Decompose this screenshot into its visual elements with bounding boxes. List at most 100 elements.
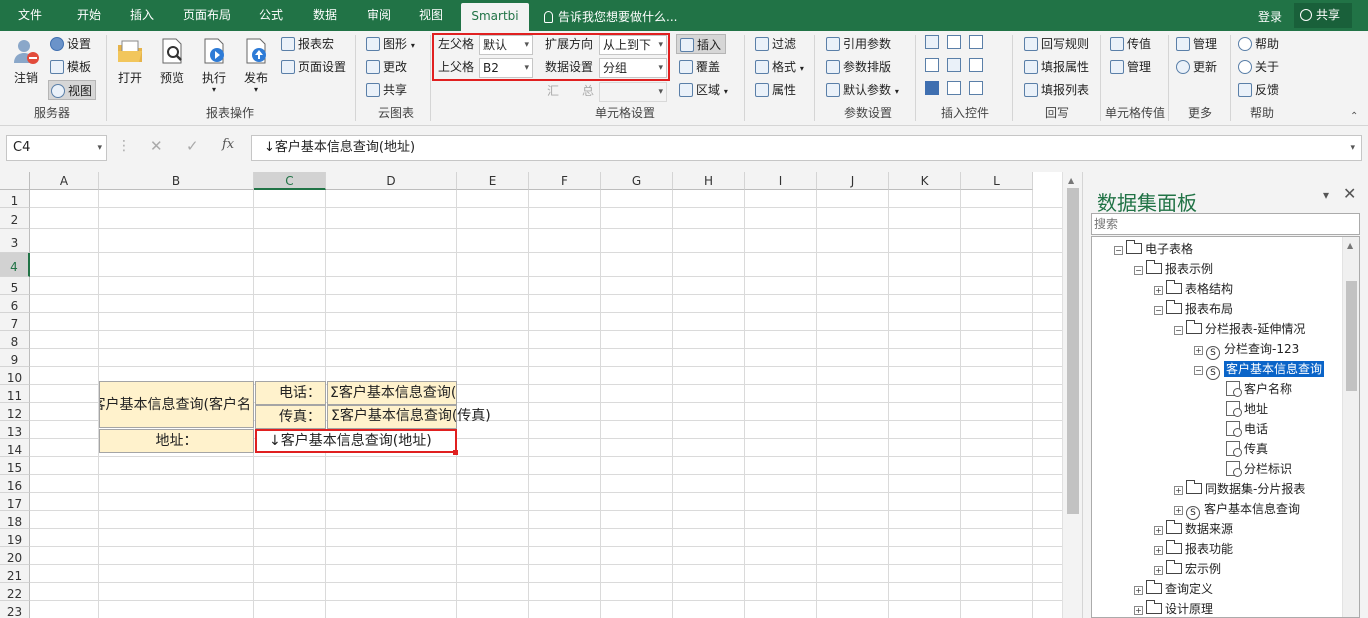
tree-node-design-principles[interactable]: + 设计原理 [1134,599,1213,617]
sheet-vertical-scrollbar[interactable]: ▲ [1062,172,1082,618]
expand-toggle-icon[interactable]: + [1154,286,1163,295]
tree-node-table-structure[interactable]: + 表格结构 [1154,279,1233,299]
tree-field-address[interactable]: 地址 [1226,399,1268,419]
help-button[interactable]: 帮助 [1238,34,1279,54]
chart-button[interactable]: 图形 ▾ [366,34,415,54]
name-box[interactable]: C4 ▾ [6,135,107,161]
collapse-toggle-icon[interactable]: − [1114,246,1123,255]
expand-toggle-icon[interactable]: + [1154,526,1163,535]
tree-node-macro-examples[interactable]: + 宏示例 [1154,559,1221,579]
combo-control-icon[interactable] [925,35,939,49]
formula-input[interactable]: ↓客户基本信息查询(地址) ▾ [251,135,1362,161]
expand-toggle-icon[interactable]: + [1154,566,1163,575]
scroll-up-icon[interactable]: ▲ [1347,241,1353,250]
tree-node-column-query[interactable]: + S 分栏查询-123 [1194,339,1299,360]
login-link[interactable]: 登录 [1258,8,1282,25]
tree-node-report-examples[interactable]: − 报表示例 [1134,259,1213,279]
fill-list-button[interactable]: 填报列表 [1024,80,1089,100]
collapse-toggle-icon[interactable]: − [1154,306,1163,315]
tree-node-spreadsheet[interactable]: − 电子表格 [1114,239,1193,259]
tab-home[interactable]: 开始 [64,0,114,31]
tree-node-same-dataset[interactable]: + 同数据集-分片报表 [1174,479,1305,499]
tab-file[interactable]: 文件 [8,0,52,31]
data-setting-select[interactable]: 分组 [599,58,667,78]
fill-handle[interactable] [453,450,458,455]
feedback-button[interactable]: 反馈 [1238,80,1279,100]
expand-toggle-icon[interactable]: + [1134,586,1143,595]
tab-review[interactable]: 审阅 [356,0,402,31]
preview-button[interactable]: 预览 [152,37,192,86]
refresh-button[interactable]: 更新 [1176,57,1217,77]
image-control-icon[interactable] [969,81,983,95]
close-panel-icon[interactable]: ✕ [1343,184,1356,203]
expand-toggle-icon[interactable]: + [1174,486,1183,495]
dataset-tree[interactable]: − 电子表格 − 报表示例 + 表格结构 − 报表布局 − 分栏报表-延伸情况 + S 分栏查… [1091,236,1360,618]
update-chart-button[interactable]: 更改 [366,57,407,77]
formula-bar-menu-icon[interactable]: ⋮ [117,138,131,154]
cell-c2[interactable]: 电话： [255,381,326,405]
logout-button[interactable]: 注销 [6,37,46,86]
writeback-rule-button[interactable]: 回写规则 [1024,34,1089,54]
tree-field-fax[interactable]: 传真 [1226,439,1268,459]
tree-scroll-thumb[interactable] [1346,281,1357,391]
tab-insert[interactable]: 插入 [118,0,166,31]
collapse-toggle-icon[interactable]: − [1194,366,1203,375]
top-parent-select[interactable]: B2 [479,58,533,78]
share-chart-button[interactable]: 共享 [366,80,407,100]
tree-node-column-report[interactable]: − 分栏报表-延伸情况 [1174,319,1305,339]
param-layout-button[interactable]: 参数排版 [826,57,891,77]
fill-attribute-button[interactable]: 填报属性 [1024,57,1089,77]
view-button[interactable]: 视图 [48,80,97,100]
transfer-value-button[interactable]: 传值 [1110,34,1151,54]
collapse-toggle-icon[interactable]: − [1134,266,1143,275]
cell-c3[interactable]: 传真： [255,405,326,429]
cancel-icon[interactable]: ✕ [150,137,163,155]
tab-page-layout[interactable]: 页面布局 [172,0,242,31]
tab-formulas[interactable]: 公式 [248,0,294,31]
left-parent-select[interactable]: 默认 [479,35,533,55]
cell-d3[interactable]: Σ客户基本信息查询(传真) [327,405,517,429]
insert-mode-button[interactable]: 插入 [676,34,727,54]
report-macro-button[interactable]: 报表宏 [281,34,334,54]
tree-field-phone[interactable]: 电话 [1226,419,1268,439]
publish-button[interactable]: 发布 ▾ [236,37,276,94]
scroll-up-icon[interactable]: ▲ [1068,176,1074,185]
tab-smartbi[interactable]: Smartbi [461,3,529,31]
tree-scrollbar[interactable]: ▲ [1342,237,1359,617]
tree-control-icon[interactable] [925,58,939,72]
collapse-ribbon-icon[interactable]: ⌃ [1350,111,1358,122]
page-setup-button[interactable]: 页面设置 [281,57,346,77]
function-icon[interactable]: fx [222,137,234,152]
default-param-button[interactable]: 默认参数 ▾ [826,80,899,100]
cover-mode-button[interactable]: 覆盖 [679,57,720,77]
tree-node-query-definition[interactable]: + 查询定义 [1134,579,1213,599]
list-control-icon[interactable] [969,35,983,49]
tree-field-column-flag[interactable]: 分栏标识 [1226,459,1292,479]
cell-c4-selected[interactable]: ↓客户基本信息查询(地址) [255,429,457,453]
settings-button[interactable]: 设置 [50,34,91,54]
tree-node-data-source[interactable]: + 数据来源 [1154,519,1233,539]
tab-view[interactable]: 视图 [408,0,454,31]
panel-menu-icon[interactable]: ▾ [1323,188,1329,202]
execute-button[interactable]: 执行 ▾ [194,37,234,94]
cell-b4[interactable]: 地址： [99,429,254,453]
text-control-icon[interactable] [969,58,983,72]
expand-toggle-icon[interactable]: + [1134,606,1143,615]
more-manage-button[interactable]: 管理 [1176,34,1217,54]
tree-node-customer-query-selected[interactable]: − S 客户基本信息查询 [1194,359,1325,380]
transfer-manage-button[interactable]: 管理 [1110,57,1151,77]
expand-toggle-icon[interactable]: + [1194,346,1203,355]
tree-node-report-layout[interactable]: − 报表布局 [1154,299,1233,319]
cell-b2-b3[interactable]: 客户基本信息查询(客户名 [99,381,254,428]
scroll-thumb[interactable] [1067,188,1079,514]
expand-direction-select[interactable]: 从上到下 [599,35,667,55]
cell-d2[interactable]: Σ客户基本信息查询(电话 [327,381,457,405]
edit-control-icon[interactable] [947,81,961,95]
panel-search-input[interactable] [1091,213,1360,235]
region-button[interactable]: 区域 ▾ [679,80,728,100]
template-button[interactable]: 模板 [50,57,91,77]
about-button[interactable]: 关于 [1238,57,1279,77]
tree-node-customer-query-2[interactable]: + S 客户基本信息查询 [1174,499,1300,520]
checkbox-control-icon[interactable] [925,81,939,95]
tree-field-customer-name[interactable]: 客户名称 [1226,379,1292,399]
